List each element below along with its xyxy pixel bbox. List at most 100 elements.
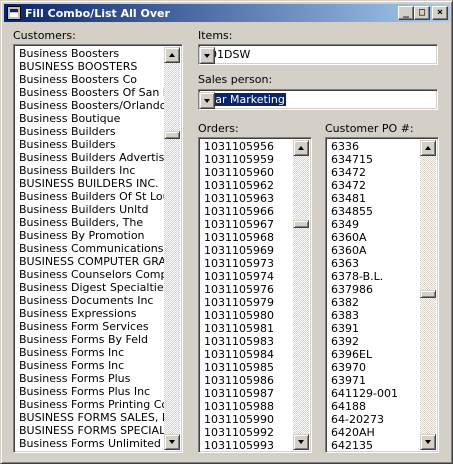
list-item[interactable]: 63481 xyxy=(328,192,420,205)
list-item[interactable]: Business Forms Printing Co Inc xyxy=(16,398,164,411)
list-item[interactable]: Business Forms By Feld xyxy=(16,333,164,346)
list-item[interactable]: 1031105985 xyxy=(201,361,293,374)
list-item[interactable]: 1031105987 xyxy=(201,387,293,400)
close-button[interactable]: × xyxy=(432,6,448,20)
scroll-down-button[interactable] xyxy=(164,434,180,450)
list-item[interactable]: 6363 xyxy=(328,257,420,270)
list-item[interactable]: 1031105969 xyxy=(201,244,293,257)
items-dropdown-button[interactable] xyxy=(199,47,215,64)
list-item[interactable]: 1031105963 xyxy=(201,192,293,205)
list-item[interactable]: 63970 xyxy=(328,361,420,374)
list-item[interactable]: 1031105983 xyxy=(201,335,293,348)
list-item[interactable]: 1031105968 xyxy=(201,231,293,244)
list-item[interactable]: 1031105988 xyxy=(201,400,293,413)
list-item[interactable]: 1031105979 xyxy=(201,296,293,309)
list-item[interactable]: Business Expressions xyxy=(16,307,164,320)
list-item[interactable]: Business Forms Plus xyxy=(16,372,164,385)
customer-po-scrollbar[interactable] xyxy=(420,140,436,450)
list-item[interactable]: 1031105981 xyxy=(201,322,293,335)
app-icon[interactable] xyxy=(7,6,21,20)
minimize-button[interactable]: _ xyxy=(398,6,414,20)
list-item[interactable]: 1031105967 xyxy=(201,218,293,231)
list-item[interactable]: 6383 xyxy=(328,309,420,322)
list-item[interactable]: Business Builders Inc xyxy=(16,164,164,177)
list-item[interactable]: BUSINESS BOOSTERS xyxy=(16,60,164,73)
salesperson-dropdown-button[interactable] xyxy=(199,92,215,109)
list-item[interactable]: 6396EL xyxy=(328,348,420,361)
list-item[interactable]: Business Counselors Company xyxy=(16,268,164,281)
list-item[interactable]: Business Builders xyxy=(16,125,164,138)
list-item[interactable]: 1031105960 xyxy=(201,166,293,179)
list-item[interactable]: 1031105966 xyxy=(201,205,293,218)
list-item[interactable]: BUSINESS BUILDERS INC. xyxy=(16,177,164,190)
list-item[interactable]: 634855 xyxy=(328,205,420,218)
list-item[interactable]: BUSINESS FORMS SALES, INC. xyxy=(16,411,164,424)
list-item[interactable]: 6360A xyxy=(328,244,420,257)
scroll-thumb[interactable] xyxy=(164,131,180,139)
list-item[interactable]: 637986 xyxy=(328,283,420,296)
list-item[interactable]: Business Builders Of St Louis xyxy=(16,190,164,203)
list-item[interactable]: 64188 xyxy=(328,400,420,413)
customers-scrollbar[interactable] xyxy=(164,47,180,450)
list-item[interactable]: 642135 xyxy=(328,439,420,450)
list-item[interactable]: 6391 xyxy=(328,322,420,335)
scroll-up-button[interactable] xyxy=(420,140,436,156)
customer-po-listbox[interactable]: 6336 634715 63472 63472 63481 634855 6349 6360A… xyxy=(325,137,439,453)
items-combo-value[interactable]: 001DSW xyxy=(201,47,418,62)
list-item[interactable]: 63472 xyxy=(328,179,420,192)
list-item[interactable]: Business Boosters Of San Diego xyxy=(16,86,164,99)
list-item[interactable]: 6336 xyxy=(328,140,420,153)
scroll-down-button[interactable] xyxy=(420,434,436,450)
list-item[interactable]: Business Boosters Co xyxy=(16,73,164,86)
list-item[interactable]: 1031105974 xyxy=(201,270,293,283)
list-item[interactable]: Business Builders xyxy=(16,138,164,151)
list-item[interactable]: 6349 xyxy=(328,218,420,231)
list-item[interactable]: 1031105986 xyxy=(201,374,293,387)
scroll-up-button[interactable] xyxy=(164,47,180,63)
scroll-thumb[interactable] xyxy=(293,220,309,228)
list-item[interactable]: 6420AH xyxy=(328,426,420,439)
items-combobox[interactable]: 001DSW xyxy=(198,44,438,65)
customers-listbox[interactable]: Business Boosters BUSINESS BOOSTERS Busine… xyxy=(13,44,183,453)
list-item[interactable]: 6392 xyxy=(328,335,420,348)
list-item[interactable]: 1031105976 xyxy=(201,283,293,296)
list-item[interactable]: Business By Promotion xyxy=(16,229,164,242)
maximize-button[interactable]: □ xyxy=(414,6,430,20)
list-item[interactable]: 1031105980 xyxy=(201,309,293,322)
list-item[interactable]: Business Forms Inc xyxy=(16,346,164,359)
list-item[interactable]: Business Builders Advertising xyxy=(16,151,164,164)
list-item[interactable]: 1031105990 xyxy=(201,413,293,426)
list-item[interactable]: Business Forms Unlimited xyxy=(16,437,164,450)
list-item[interactable]: Business Communications Inc xyxy=(16,242,164,255)
list-item[interactable]: 64-20273 xyxy=(328,413,420,426)
list-item[interactable]: Business Boutique xyxy=(16,112,164,125)
list-item[interactable]: 1031105984 xyxy=(201,348,293,361)
orders-scrollbar[interactable] xyxy=(293,140,309,450)
list-item[interactable]: 63971 xyxy=(328,374,420,387)
list-item[interactable]: 6382 xyxy=(328,296,420,309)
salesperson-combo-value[interactable]: Star Marketing xyxy=(201,92,418,107)
list-item[interactable]: 641129-001 xyxy=(328,387,420,400)
list-item[interactable]: Business Boosters xyxy=(16,47,164,60)
list-item[interactable]: BUSINESS COMPUTER GRAPHICS xyxy=(16,255,164,268)
list-item[interactable]: 1031105973 xyxy=(201,257,293,270)
salesperson-combobox[interactable]: Star Marketing xyxy=(198,89,438,110)
list-item[interactable]: BUSINESS FORMS SPECIALISTS xyxy=(16,424,164,437)
list-item[interactable]: 1031105962 xyxy=(201,179,293,192)
list-item[interactable]: 1031105959 xyxy=(201,153,293,166)
list-item[interactable]: 1031105992 xyxy=(201,426,293,439)
title-bar[interactable]: Fill Combo/List All Over _ □ × xyxy=(4,4,450,22)
scroll-thumb[interactable] xyxy=(420,290,436,298)
list-item[interactable]: Business Builders, The xyxy=(16,216,164,229)
list-item[interactable]: 6378-B.L. xyxy=(328,270,420,283)
list-item[interactable]: 63472 xyxy=(328,166,420,179)
list-item[interactable]: Business Builders Unltd xyxy=(16,203,164,216)
list-item[interactable]: 1031105993 xyxy=(201,439,293,450)
list-item[interactable]: 634715 xyxy=(328,153,420,166)
scroll-up-button[interactable] xyxy=(293,140,309,156)
list-item[interactable]: Business Forms Plus Inc xyxy=(16,385,164,398)
scroll-down-button[interactable] xyxy=(293,434,309,450)
list-item[interactable]: Business Boosters/Orlando Inc xyxy=(16,99,164,112)
list-item[interactable]: 1031105956 xyxy=(201,140,293,153)
list-item[interactable]: Business Digest Specialties xyxy=(16,281,164,294)
